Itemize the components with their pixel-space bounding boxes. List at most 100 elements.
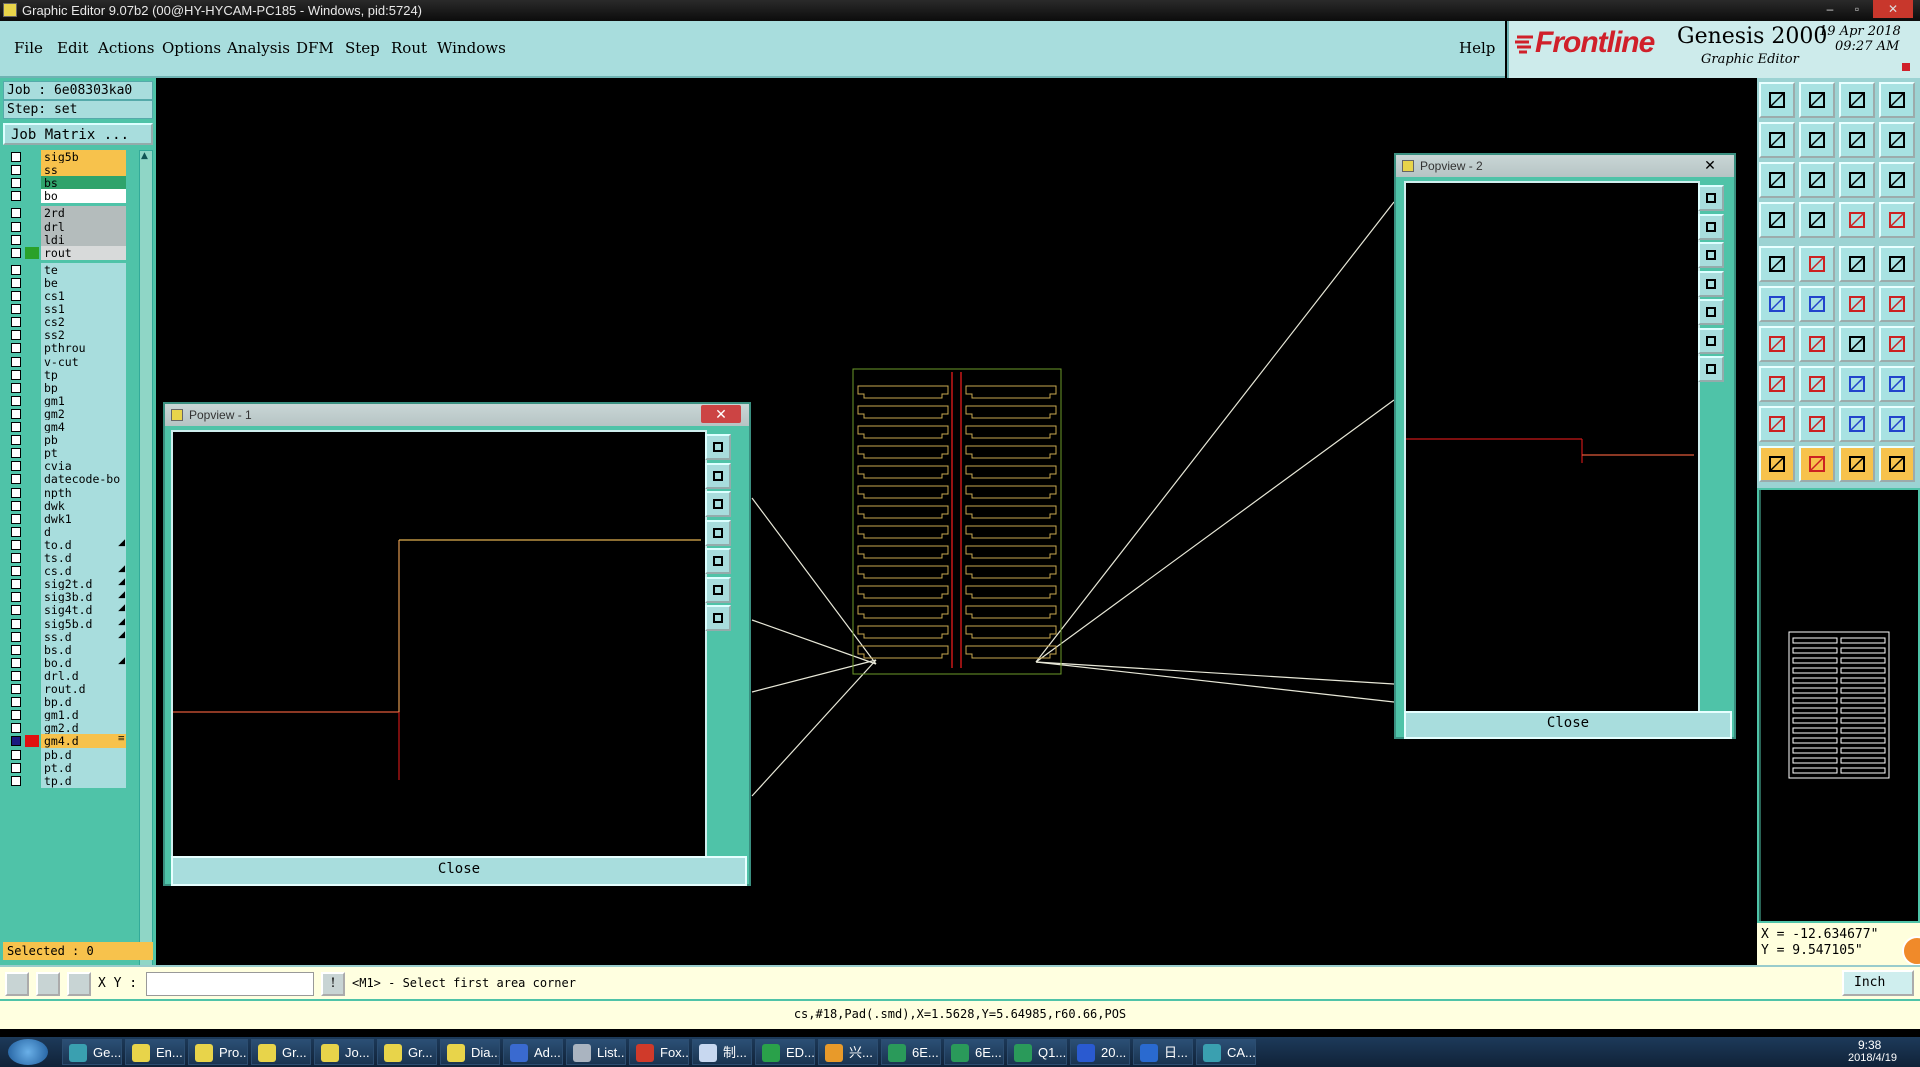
split-icon[interactable] [1879, 326, 1915, 362]
zoom-center-icon[interactable] [1799, 162, 1835, 198]
taskbar-item[interactable]: 日... [1133, 1039, 1193, 1065]
stretch-icon[interactable] [1839, 366, 1875, 402]
zoom-out-icon[interactable] [705, 491, 731, 517]
triangle-icon[interactable] [1759, 406, 1795, 442]
popview-1-canvas[interactable] [171, 430, 707, 858]
zoom-in-icon[interactable] [1698, 213, 1724, 240]
taskbar-item[interactable]: Ge... [62, 1039, 122, 1065]
pcb-unit-outline [965, 505, 1057, 519]
ruler-icon[interactable] [1839, 246, 1875, 282]
overview-panel[interactable] [1757, 488, 1920, 923]
taskbar-item-label: 6E... [975, 1045, 1002, 1060]
pan-right-icon[interactable] [1698, 299, 1724, 325]
step-right-icon[interactable] [1799, 122, 1835, 158]
select-arrow-icon[interactable] [1759, 446, 1795, 482]
zoom-center-icon-glyph [1809, 172, 1825, 188]
popview-2-close-button[interactable]: Close [1404, 711, 1732, 739]
popview-1-close-button[interactable]: Close [171, 856, 747, 886]
taskbar-item[interactable]: Ad... [503, 1039, 563, 1065]
pan-right-icon[interactable] [705, 548, 731, 574]
taskbar-item[interactable]: 20... [1070, 1039, 1130, 1065]
move-icon-glyph [1769, 296, 1785, 312]
cut-icon[interactable] [1799, 366, 1835, 402]
scale-icon[interactable] [1839, 162, 1875, 198]
taskbar-item-label: Ad... [534, 1045, 561, 1060]
taskbar-item[interactable]: Pro... [188, 1039, 248, 1065]
taskbar-item[interactable]: Jo... [314, 1039, 374, 1065]
window-icon[interactable] [1879, 82, 1915, 118]
popview-1-close-x[interactable]: ✕ [701, 405, 741, 423]
rotate-icon[interactable] [1839, 122, 1875, 158]
snap-mode-icon[interactable] [5, 972, 29, 996]
start-button-icon[interactable] [8, 1039, 48, 1065]
grid-icon[interactable] [1799, 202, 1835, 238]
edit-line-icon[interactable] [1799, 326, 1835, 362]
text-a-icon[interactable] [1799, 406, 1835, 442]
pad-icon[interactable] [1759, 246, 1795, 282]
popview-2-close-x[interactable]: ✕ [1690, 156, 1730, 174]
layer-align-icon[interactable] [1879, 202, 1915, 238]
mirror-icon[interactable] [1879, 122, 1915, 158]
taskbar-item[interactable]: 6E... [881, 1039, 941, 1065]
taskbar-item[interactable]: List... [566, 1039, 626, 1065]
delete-icon[interactable] [1799, 286, 1835, 322]
overview-unit-outline [1840, 637, 1886, 644]
taskbar-item[interactable]: Gr... [377, 1039, 437, 1065]
text-b-icon-glyph [1849, 416, 1865, 432]
xy-input[interactable] [146, 972, 314, 996]
taskbar-item[interactable]: Gr... [251, 1039, 311, 1065]
taskbar-item[interactable]: ED... [755, 1039, 815, 1065]
overview-unit-outline [1792, 667, 1838, 674]
taskbar-app-icon [1077, 1044, 1095, 1062]
units-selector[interactable]: Inch [1842, 970, 1914, 996]
pick-icon[interactable] [1799, 446, 1835, 482]
measure-icon[interactable] [1759, 202, 1795, 238]
save-icon[interactable] [1799, 82, 1835, 118]
taskbar-item-label: Gr... [408, 1045, 433, 1060]
taskbar-item[interactable]: Fox... [629, 1039, 689, 1065]
highlight-icon[interactable] [1839, 446, 1875, 482]
query-icon[interactable] [1879, 162, 1915, 198]
circle-icon[interactable] [1879, 246, 1915, 282]
overview-unit-outline [1840, 707, 1886, 714]
copy-icon[interactable] [1839, 286, 1875, 322]
info-icon[interactable]: ! [321, 972, 345, 996]
move-icon[interactable] [1759, 286, 1795, 322]
pan-left-icon[interactable] [705, 519, 731, 546]
center-icon[interactable] [1698, 356, 1724, 382]
add-line-icon[interactable] [1759, 326, 1795, 362]
zoom-fit-icon[interactable] [705, 576, 731, 603]
pcb-unit-outline [965, 385, 1057, 399]
add-pad-icon[interactable] [1759, 366, 1795, 402]
home-icon[interactable] [1839, 82, 1875, 118]
taskbar-item[interactable]: En... [125, 1039, 185, 1065]
line-tool-icon[interactable] [1799, 246, 1835, 282]
zoom-fit-icon[interactable] [1759, 162, 1795, 198]
select-box-icon[interactable] [1879, 366, 1915, 402]
zoom-fit-icon[interactable] [1698, 327, 1724, 354]
zoom-out-icon[interactable] [1698, 242, 1724, 268]
zoom-window-icon[interactable] [705, 434, 731, 460]
step-left-icon[interactable] [1759, 122, 1795, 158]
text-c-icon[interactable] [1879, 406, 1915, 442]
taskbar-item[interactable]: Dia... [440, 1039, 500, 1065]
layer-compare-icon[interactable] [1839, 202, 1875, 238]
arc-icon[interactable] [1839, 326, 1875, 362]
taskbar-item[interactable]: 兴... [818, 1039, 878, 1065]
multi-select-icon[interactable] [1879, 446, 1915, 482]
taskbar-item[interactable]: 6E... [944, 1039, 1004, 1065]
taskbar-item[interactable]: CA... [1196, 1039, 1256, 1065]
grid-mode-icon[interactable] [67, 972, 91, 996]
text-b-icon[interactable] [1839, 406, 1875, 442]
snap-icon[interactable] [1879, 286, 1915, 322]
zoom-in-icon[interactable] [705, 462, 731, 489]
angle-mode-icon[interactable] [36, 972, 60, 996]
pcb-unit-outline [857, 465, 949, 479]
taskbar-item[interactable]: Q1... [1007, 1039, 1067, 1065]
zoom-window-icon[interactable] [1698, 185, 1724, 211]
open-job-icon[interactable] [1759, 82, 1795, 118]
popview-2-canvas[interactable] [1404, 181, 1700, 713]
taskbar-item[interactable]: 制... [692, 1039, 752, 1065]
pan-left-icon[interactable] [1698, 270, 1724, 297]
center-icon[interactable] [705, 605, 731, 631]
